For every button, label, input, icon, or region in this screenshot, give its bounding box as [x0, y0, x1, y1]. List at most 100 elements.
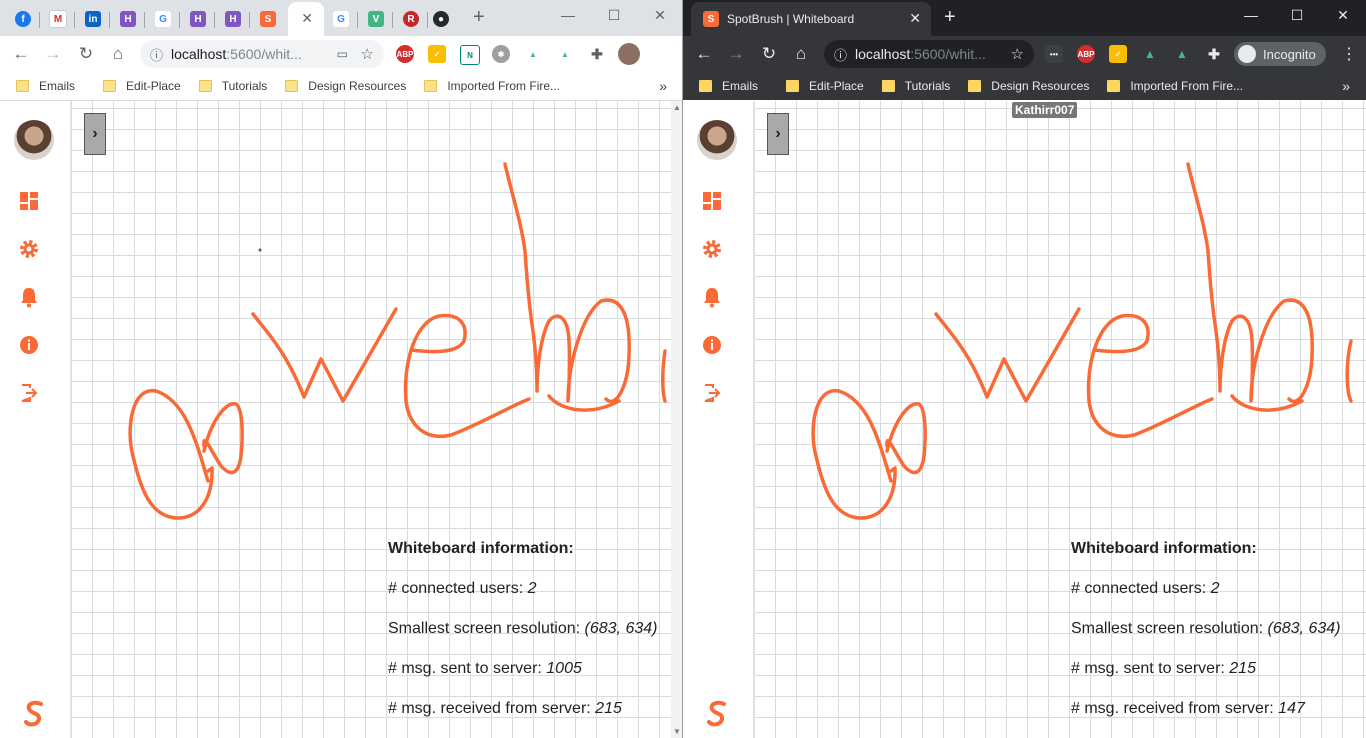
close-window-button[interactable]: ✕ [637, 0, 683, 30]
dashboard-icon[interactable] [701, 190, 723, 212]
maximize-button[interactable]: ☐ [591, 0, 637, 30]
spotbrush-logo[interactable] [705, 700, 729, 728]
tab-h-app-2[interactable]: H [181, 4, 215, 34]
stroke-s [1230, 394, 1304, 412]
extension-user-icon[interactable]: ✓ [1109, 45, 1127, 63]
bookmark-star-icon[interactable]: ☆ [361, 45, 374, 63]
cast-icon[interactable]: ▭ [337, 47, 348, 61]
address-bar[interactable]: ⓘ localhost:5600/whit... ☆ [824, 40, 1034, 68]
forward-button[interactable]: → [723, 41, 749, 67]
bookmark-tutorials[interactable]: Tutorials [881, 79, 950, 93]
bookmark-star-icon[interactable]: ☆ [1011, 45, 1024, 63]
info-icon[interactable] [701, 334, 723, 356]
tab-vue[interactable]: V [359, 4, 393, 34]
incognito-label: Incognito [1263, 46, 1316, 62]
tab-close-icon[interactable]: ✕ [909, 10, 921, 27]
info-title: Whiteboard information: [1071, 540, 1257, 557]
info-resolution: Smallest screen resolution: (683, 634) [388, 620, 658, 637]
info-received: # msg. received from server: 215 [388, 700, 622, 717]
menu-button[interactable]: ⋮ [1336, 41, 1362, 67]
user-avatar[interactable] [697, 120, 737, 160]
bookmark-edit-place[interactable]: Edit-Place [786, 79, 864, 93]
tab-gmail[interactable]: M [41, 4, 75, 34]
stroke-dot [258, 248, 262, 252]
home-button[interactable]: ⌂ [105, 41, 131, 67]
settings-icon[interactable] [18, 238, 40, 260]
nuxt-devtools-icon[interactable]: ▲ [556, 45, 574, 63]
notifications-icon[interactable] [701, 286, 723, 308]
tab-close-icon[interactable]: ✕ [301, 10, 313, 27]
bookmark-emails[interactable]: Emails [699, 79, 758, 93]
info-icon[interactable] [18, 334, 40, 356]
scroll-down-arrow[interactable]: ▼ [673, 727, 681, 736]
vue-devtools-icon[interactable]: ▲ [1141, 45, 1159, 63]
tab-linkedin[interactable]: in [76, 4, 110, 34]
whiteboard-canvas[interactable]: › Kathirr007 Whiteboard information: # c… [754, 101, 1366, 738]
info-icon[interactable]: ⓘ [834, 45, 847, 64]
forward-button[interactable]: → [40, 41, 66, 67]
bookmarks-more-button[interactable]: » [659, 78, 667, 94]
new-tab-button[interactable]: + [473, 6, 485, 28]
extensions-icon[interactable]: ✚ [1205, 45, 1223, 63]
reload-button[interactable]: ↻ [756, 41, 782, 67]
settings-icon[interactable] [701, 238, 723, 260]
minimize-button[interactable]: — [1228, 0, 1274, 30]
tab-h-app-3[interactable]: H [216, 4, 250, 34]
new-tab-button[interactable]: + [944, 6, 956, 28]
home-button[interactable]: ⌂ [788, 41, 814, 67]
maximize-button[interactable]: ☐ [1274, 0, 1320, 30]
bookmark-imported[interactable]: Imported From Fire... [424, 79, 560, 93]
browser-window-right: S SpotBrush | Whiteboard ✕ + — ☐ ✕ ← → ↻… [683, 0, 1366, 738]
address-bar[interactable]: ⓘ localhost:5600/whit... ▭ ☆ [140, 40, 384, 68]
tab-google[interactable]: G [146, 4, 180, 34]
bookmark-emails[interactable]: Emails [16, 79, 75, 93]
dashboard-icon[interactable] [18, 190, 40, 212]
extension-user-icon[interactable]: ✓ [428, 45, 446, 63]
stroke-loop-1 [128, 389, 214, 520]
tab-google-2[interactable]: G [324, 4, 358, 34]
folder-icon [699, 80, 712, 92]
tab-spotbrush[interactable]: S [251, 4, 285, 34]
vue-devtools-icon[interactable]: ▲ [524, 45, 542, 63]
bookmark-design-resources[interactable]: Design Resources [285, 79, 406, 93]
extension-puzzle-gray-icon[interactable]: ✱ [492, 45, 510, 63]
info-icon[interactable]: ⓘ [150, 45, 163, 64]
nuxt-devtools-icon[interactable]: ▲ [1173, 45, 1191, 63]
tab-facebook[interactable]: f [6, 4, 40, 34]
minimize-button[interactable]: — [545, 0, 591, 30]
bookmark-design-resources[interactable]: Design Resources [968, 79, 1089, 93]
back-button[interactable]: ← [8, 41, 34, 67]
notifications-icon[interactable] [18, 286, 40, 308]
bookmark-edit-place[interactable]: Edit-Place [103, 79, 181, 93]
folder-icon [424, 80, 438, 92]
extension-n-icon[interactable]: N [460, 45, 480, 65]
adblock-icon[interactable]: ABP [396, 45, 414, 63]
whiteboard-canvas[interactable]: › Whiteboard information: # connected us… [71, 101, 683, 738]
user-avatar[interactable] [14, 120, 54, 160]
extensions-icon[interactable]: ✚ [588, 45, 606, 63]
tab-h-app[interactable]: H [111, 4, 145, 34]
bookmark-tutorials[interactable]: Tutorials [198, 79, 267, 93]
bookmarks-more-button[interactable]: » [1342, 78, 1350, 94]
tab-github[interactable]: ● [424, 4, 458, 34]
tab-active[interactable]: ✕ [288, 2, 324, 36]
google-icon: G [155, 11, 171, 27]
adblock-icon[interactable]: ABP [1077, 45, 1095, 63]
h-app-icon: H [225, 11, 241, 27]
incognito-indicator[interactable]: Incognito [1234, 42, 1326, 66]
spotbrush-logo[interactable] [22, 700, 46, 728]
stroke-l [503, 162, 631, 403]
tab-spotbrush-whiteboard[interactable]: S SpotBrush | Whiteboard ✕ [691, 2, 931, 36]
tab-react[interactable]: R [394, 4, 428, 34]
logout-icon[interactable] [701, 382, 723, 404]
bookmark-imported[interactable]: Imported From Fire... [1107, 79, 1243, 93]
close-window-button[interactable]: ✕ [1320, 0, 1366, 30]
back-button[interactable]: ← [691, 41, 717, 67]
logout-icon[interactable] [18, 382, 40, 404]
spotbrush-icon: S [260, 11, 276, 27]
scroll-up-arrow[interactable]: ▲ [673, 103, 681, 112]
url-path: :5600/whit... [226, 46, 302, 62]
profile-avatar[interactable] [618, 43, 640, 65]
extension-dots-icon[interactable]: ••• [1045, 45, 1063, 63]
reload-button[interactable]: ↻ [73, 41, 99, 67]
